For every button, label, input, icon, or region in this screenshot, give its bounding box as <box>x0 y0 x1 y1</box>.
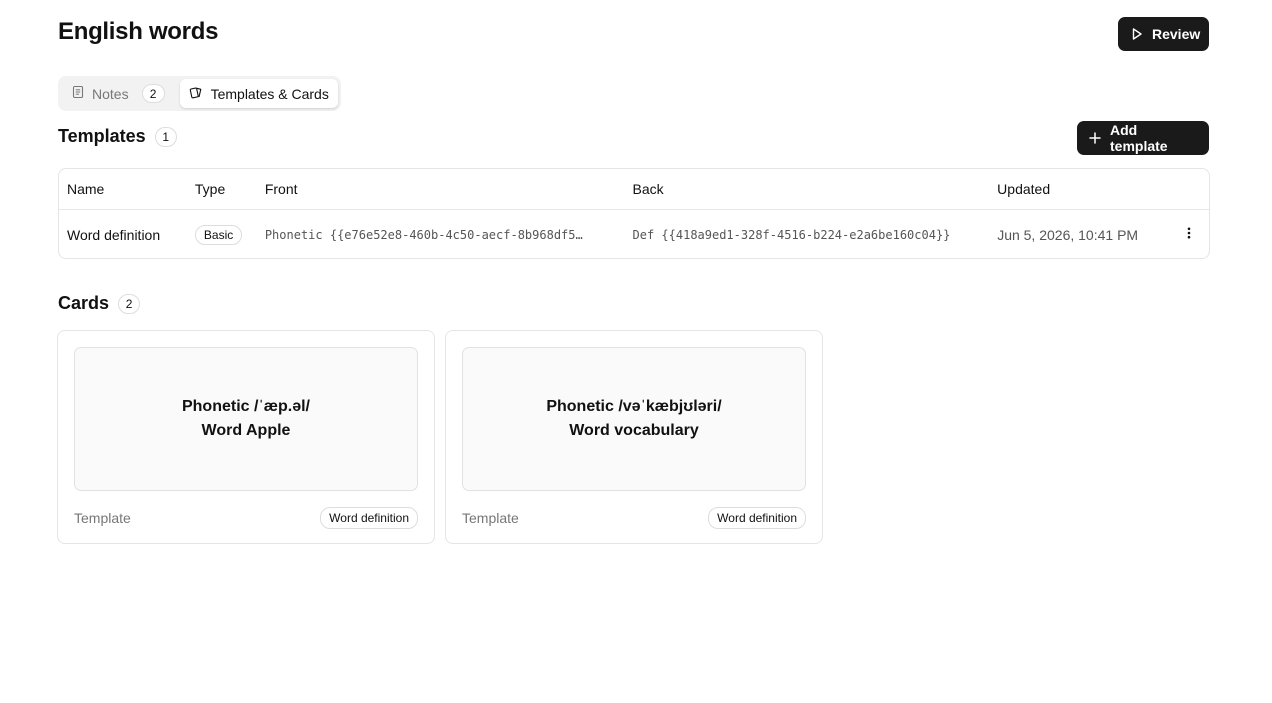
cards-section-title: Cards 2 <box>58 293 141 314</box>
column-header-back[interactable]: Back <box>625 181 990 197</box>
templates-section-title: Templates 1 <box>58 126 177 147</box>
card-item[interactable]: Phonetic /vəˈkæbjʊləri/ Word vocabulary … <box>445 330 823 544</box>
template-updated-cell: Jun 5, 2026, 10:41 PM <box>997 226 1139 243</box>
column-header-type[interactable]: Type <box>187 181 258 197</box>
card-preview: Phonetic /ˈæp.əl/ Word Apple <box>74 347 418 491</box>
card-item[interactable]: Phonetic /ˈæp.əl/ Word Apple Template Wo… <box>57 330 435 544</box>
play-icon <box>1130 27 1144 41</box>
card-template-label: Template <box>462 510 519 526</box>
cards-count-badge: 2 <box>118 293 141 314</box>
templates-heading: Templates <box>58 126 146 146</box>
cards-icon <box>189 85 204 103</box>
column-header-front[interactable]: Front <box>258 181 625 197</box>
card-front-line-2: Word Apple <box>201 422 291 439</box>
table-header: Name Type Front Back Updated <box>59 169 1209 210</box>
tab-notes-label: Notes <box>92 85 129 102</box>
tab-notes[interactable]: Notes 2 <box>61 79 174 108</box>
tab-templates-cards[interactable]: Templates & Cards <box>179 79 338 108</box>
card-template-label: Template <box>74 510 131 526</box>
card-footer: Template Word definition <box>74 507 418 529</box>
card-footer: Template Word definition <box>462 507 806 529</box>
type-badge: Basic <box>194 224 243 245</box>
card-preview: Phonetic /vəˈkæbjʊləri/ Word vocabulary <box>462 347 806 491</box>
card-template-badge: Word definition <box>708 507 806 529</box>
notes-count-badge: 2 <box>141 84 165 103</box>
column-header-name[interactable]: Name <box>59 181 187 197</box>
more-vertical-icon <box>1182 226 1196 243</box>
add-template-button[interactable]: Add template <box>1077 121 1209 155</box>
review-button[interactable]: Review <box>1118 17 1209 51</box>
column-header-updated[interactable]: Updated <box>989 181 1169 197</box>
review-button-label: Review <box>1152 26 1201 42</box>
add-template-label: Add template <box>1110 122 1168 154</box>
card-front-line-1: Phonetic /vəˈkæbjʊləri/ <box>546 398 722 415</box>
card-front-line-1: Phonetic /ˈæp.əl/ <box>181 398 310 415</box>
tab-templates-cards-label: Templates & Cards <box>210 85 329 102</box>
view-tabs: Notes 2 Templates & Cards <box>58 76 341 111</box>
plus-icon <box>1088 131 1102 145</box>
template-front-cell: Phonetic {{e76e52e8-460b-4c50-aecf-8b968… <box>264 227 583 242</box>
templates-table: Name Type Front Back Updated Word defini… <box>58 168 1210 259</box>
page-title: English words <box>58 18 219 45</box>
table-row[interactable]: Word definition Basic Phonetic {{e76e52e… <box>59 210 1209 258</box>
template-name-cell: Word definition <box>67 226 161 243</box>
row-menu-button[interactable] <box>1169 226 1209 243</box>
note-icon <box>71 85 85 102</box>
card-front-line-2: Word vocabulary <box>569 422 699 439</box>
cards-heading: Cards <box>58 293 110 313</box>
card-template-badge: Word definition <box>320 507 418 529</box>
template-back-cell: Def {{418a9ed1-328f-4516-b224-e2a6be160c… <box>632 227 951 242</box>
template-type-cell: Basic <box>187 224 258 245</box>
templates-count-badge: 1 <box>154 126 177 147</box>
